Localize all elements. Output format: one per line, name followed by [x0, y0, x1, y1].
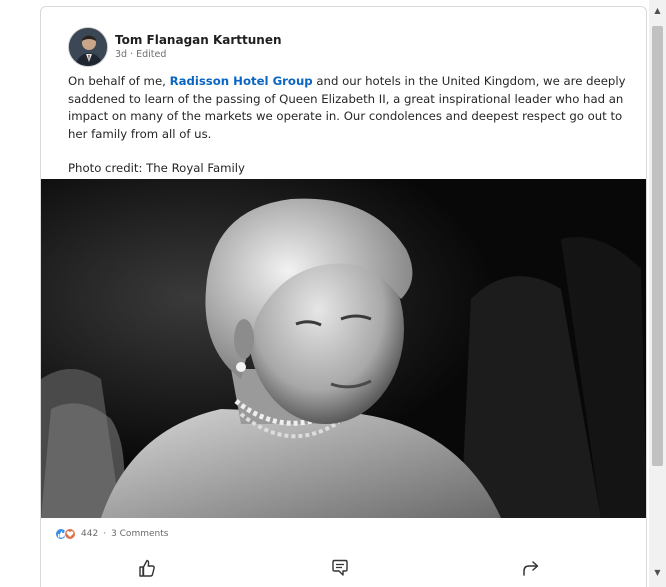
author-name[interactable]: Tom Flanagan Karttunen: [115, 33, 282, 48]
comment-icon: [330, 558, 350, 582]
mention-link[interactable]: Radisson Hotel Group: [170, 74, 313, 88]
share-arrow-icon: [521, 558, 541, 582]
heart-icon: [64, 528, 76, 540]
post-timestamp: 3d · Edited: [115, 49, 167, 60]
vertical-scrollbar[interactable]: ▲ ▼: [649, 0, 666, 587]
social-counts: 442 · 3 Comments: [55, 527, 168, 541]
thumbs-up-icon: [137, 558, 157, 582]
separator: ·: [103, 529, 107, 539]
scroll-thumb[interactable]: [652, 26, 663, 466]
post-actions: [41, 557, 646, 587]
scroll-down-arrow-icon[interactable]: ▼: [649, 564, 666, 581]
post-image[interactable]: [41, 179, 646, 518]
like-button[interactable]: [132, 557, 162, 583]
reaction-count[interactable]: 442: [81, 529, 98, 539]
post-body: On behalf of me, Radisson Hotel Group an…: [68, 73, 633, 178]
post-text-intro: On behalf of me,: [68, 74, 170, 88]
post-card: Tom Flanagan Karttunen 3d · Edited On be…: [40, 6, 647, 587]
share-button[interactable]: [516, 557, 546, 583]
author-avatar[interactable]: [68, 27, 108, 67]
comment-button[interactable]: [325, 557, 355, 583]
post-header: Tom Flanagan Karttunen 3d · Edited: [68, 27, 282, 67]
comments-count-link[interactable]: 3 Comments: [111, 529, 168, 539]
photo-credit: Photo credit: The Royal Family: [68, 161, 245, 175]
scroll-up-arrow-icon[interactable]: ▲: [649, 2, 666, 19]
